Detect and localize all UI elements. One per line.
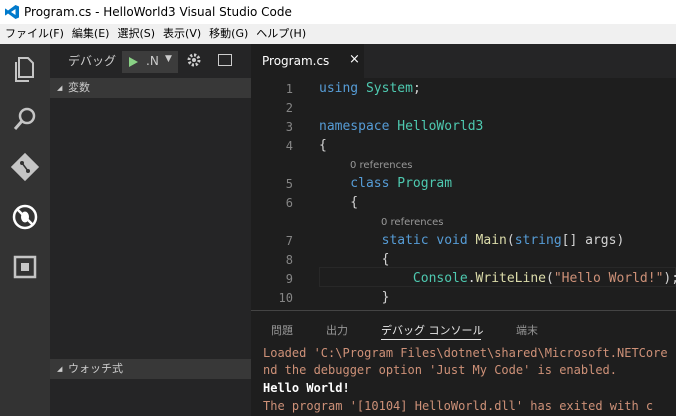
line-number: 9 <box>285 272 293 286</box>
code-line: { <box>319 195 359 210</box>
start-debug-icon[interactable] <box>127 56 139 68</box>
code-lens-references[interactable]: 0 references <box>381 217 444 228</box>
code-line: Console.WriteLine("Hello World!"); <box>412 271 676 286</box>
console-line: nd the debugger option 'Just My Code' is… <box>263 363 618 377</box>
console-line: The program '[10104] HelloWorld.dll' has… <box>263 399 654 413</box>
gear-icon[interactable] <box>186 52 202 68</box>
tab-problems[interactable]: 問題 <box>271 322 293 338</box>
window-title: Program.cs - HelloWorld3 Visual Studio C… <box>24 5 292 19</box>
activity-bar <box>0 44 50 416</box>
tab-terminal[interactable]: 端末 <box>516 322 538 338</box>
editor-tabs: Program.cs × <box>251 44 676 78</box>
code-line: } <box>319 290 390 305</box>
menu-edit[interactable]: 編集(E) <box>67 24 113 44</box>
watch-label: ウォッチ式 <box>68 362 123 375</box>
debug-config-name: .N <box>146 54 159 68</box>
code-line: static void Main(string[] args) <box>319 233 625 248</box>
line-number: 10 <box>278 291 293 305</box>
code-line: { <box>319 252 390 267</box>
line-number: 4 <box>285 139 293 153</box>
console-line: Hello World! <box>263 381 350 395</box>
menu-help[interactable]: ヘルプ(H) <box>251 24 309 44</box>
title-bar: Program.cs - HelloWorld3 Visual Studio C… <box>0 0 676 24</box>
line-number: 3 <box>285 120 293 134</box>
close-icon[interactable]: × <box>349 52 360 67</box>
debug-title: デバッグ <box>68 54 117 68</box>
chevron-down-icon[interactable]: ▼ <box>165 54 172 64</box>
code-line: { <box>319 138 327 153</box>
console-line: Loaded 'C:\Program Files\dotnet\shared\M… <box>263 346 668 360</box>
code-line: class Program <box>319 176 453 191</box>
line-number: 8 <box>285 253 293 267</box>
expand-icon: ◢ <box>57 365 63 373</box>
open-console-icon[interactable] <box>218 54 232 66</box>
debug-console-output[interactable]: Loaded 'C:\Program Files\dotnet\shared\M… <box>251 346 676 416</box>
code-line: using System; <box>319 81 421 96</box>
line-number: 2 <box>285 101 293 115</box>
variables-label: 変数 <box>68 81 90 94</box>
menu-view[interactable]: 表示(V) <box>158 24 204 44</box>
menu-selection[interactable]: 選択(S) <box>112 24 158 44</box>
line-number: 6 <box>285 196 293 210</box>
search-icon[interactable] <box>9 103 41 135</box>
extensions-icon[interactable] <box>9 251 41 283</box>
tab-debug-console[interactable]: デバッグ コンソール <box>381 322 484 338</box>
line-number: 7 <box>285 234 293 248</box>
expand-icon: ◢ <box>57 84 63 92</box>
panel-tab-bar: 問題 出力 デバッグ コンソール 端末 <box>251 310 676 347</box>
variables-section-header[interactable]: ◢ 変数 <box>50 78 251 98</box>
menu-go[interactable]: 移動(G) <box>204 24 251 44</box>
code-lens-references[interactable]: 0 references <box>350 160 413 171</box>
debug-config-dropdown[interactable]: .N ▼ <box>122 51 178 73</box>
debug-sidebar: デバッグ .N ▼ ◢ 変数 ◢ ウォッチ式 <box>50 44 251 416</box>
line-number: 5 <box>285 177 293 191</box>
vscode-logo-icon <box>5 5 19 19</box>
code-editor[interactable]: 1 using System; 2 3 namespace HelloWorld3 4 {5… <box>251 78 676 306</box>
menu-bar: ファイル(F) 編集(E) 選択(S) 表示(V) 移動(G) ヘルプ(H) <box>0 24 676 44</box>
tab-output[interactable]: 出力 <box>326 322 348 338</box>
tab-program-cs[interactable]: Program.cs × <box>251 44 364 78</box>
active-tab-indicator <box>381 339 481 340</box>
source-control-icon[interactable] <box>9 151 41 183</box>
code-line: namespace HelloWorld3 <box>319 119 484 134</box>
debug-icon[interactable] <box>9 201 41 233</box>
debug-toolbar: デバッグ .N ▼ <box>50 44 251 78</box>
watch-section-header[interactable]: ◢ ウォッチ式 <box>50 359 251 379</box>
menu-file[interactable]: ファイル(F) <box>0 24 67 44</box>
explorer-icon[interactable] <box>9 53 41 85</box>
line-number: 1 <box>285 82 293 96</box>
tab-label: Program.cs <box>262 54 330 68</box>
